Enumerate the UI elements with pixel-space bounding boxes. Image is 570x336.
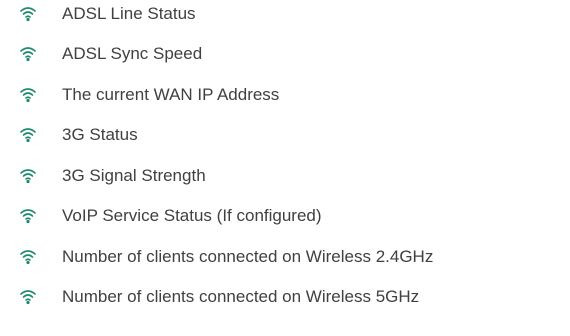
list-item: The current WAN IP Address	[0, 81, 570, 109]
list-item: 3G Signal Strength	[0, 162, 570, 190]
list-item: 3G Status	[0, 121, 570, 149]
list-item: ADSL Sync Speed	[0, 40, 570, 68]
wireless-signal-icon	[20, 209, 36, 224]
list-item: Number of clients connected on Wireless …	[0, 243, 570, 271]
list-item: Number of clients connected on Wireless …	[0, 283, 570, 311]
list-item-label: ADSL Line Status	[62, 4, 196, 23]
list-item-label: 3G Status	[62, 125, 138, 144]
list-item-label: The current WAN IP Address	[62, 85, 280, 104]
list-item-label: Number of clients connected on Wireless …	[62, 287, 420, 306]
wireless-signal-icon	[20, 290, 36, 305]
list-item: ADSL Line Status	[0, 0, 570, 28]
wireless-signal-icon	[20, 7, 36, 22]
wireless-signal-icon	[20, 169, 36, 184]
list-item-label: Number of clients connected on Wireless …	[62, 247, 434, 266]
wireless-signal-icon	[20, 47, 36, 62]
list-item-label: VoIP Service Status (If configured)	[62, 206, 322, 225]
list-item-label: 3G Signal Strength	[62, 166, 206, 185]
list-item-label: ADSL Sync Speed	[62, 44, 203, 63]
list-item: VoIP Service Status (If configured)	[0, 202, 570, 230]
wireless-signal-icon	[20, 128, 36, 143]
wireless-signal-icon	[20, 250, 36, 265]
status-feature-list: ADSL Line Status ADSL Sync Speed The cur…	[0, 0, 570, 336]
wireless-signal-icon	[20, 88, 36, 103]
